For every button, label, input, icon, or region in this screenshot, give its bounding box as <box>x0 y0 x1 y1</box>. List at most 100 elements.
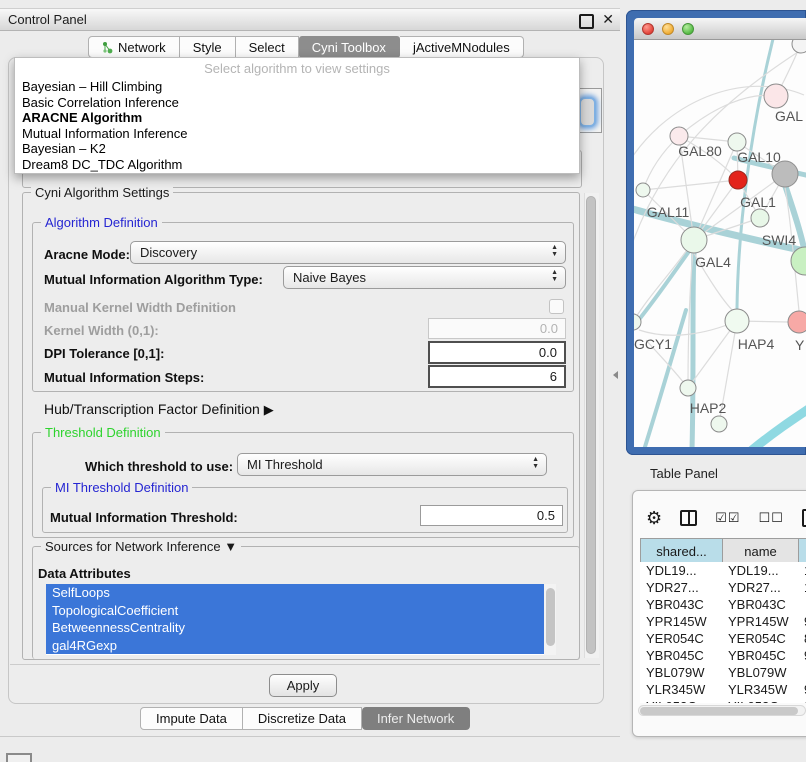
table-cell[interactable]: YIL052C <box>722 698 798 703</box>
table-row[interactable]: YLR345WYLR345W9. <box>640 681 806 698</box>
table-cell[interactable]: 9 <box>798 698 806 703</box>
table-row[interactable]: YDL19...YDL19...13 <box>640 562 806 579</box>
table-cell[interactable]: 12 <box>798 579 806 596</box>
float-window-icon[interactable] <box>579 14 594 29</box>
apply-button[interactable]: Apply <box>269 674 337 697</box>
algorithm-item[interactable]: Dream8 DC_TDC Algorithm <box>15 157 579 173</box>
table-cell[interactable]: 13 <box>798 562 806 579</box>
tab-discretize-data[interactable]: Discretize Data <box>243 707 362 730</box>
network-window-titlebar[interactable] <box>634 18 806 40</box>
table-row[interactable]: YBR043CYBR043C <box>640 596 806 613</box>
table-hscrollbar-thumb[interactable] <box>640 707 798 715</box>
table-row[interactable]: YBR045CYBR045C9. <box>640 647 806 664</box>
minimized-window-fragment[interactable] <box>6 753 32 762</box>
table-cell[interactable]: YDL19... <box>722 562 798 579</box>
columns-icon[interactable] <box>680 510 697 526</box>
zoom-traffic-light-icon[interactable] <box>682 23 694 35</box>
table-row[interactable]: YPR145WYPR145W9. <box>640 613 806 630</box>
mi-threshold-input[interactable]: 0.5 <box>420 505 563 526</box>
table-cell[interactable]: YLR345W <box>722 681 798 698</box>
table-cell[interactable]: YDL19... <box>640 562 722 579</box>
tab-style[interactable]: Style <box>180 36 236 58</box>
table-cell[interactable]: 9. <box>798 613 806 630</box>
close-traffic-light-icon[interactable] <box>642 23 654 35</box>
table-cell[interactable]: YLR345W <box>640 681 722 698</box>
mi-algorithm-type-select[interactable]: Naive Bayes ▲▼ <box>283 266 566 289</box>
table-row[interactable]: YIL052CYIL052C9 <box>640 698 806 703</box>
network-node[interactable] <box>725 309 749 333</box>
table-row[interactable]: YDR27...YDR27...12 <box>640 579 806 596</box>
tab-infer-network[interactable]: Infer Network <box>362 707 470 730</box>
gear-icon[interactable]: ⚙ <box>646 508 662 528</box>
network-node[interactable] <box>788 311 806 333</box>
table-cell[interactable]: YBR043C <box>722 596 798 613</box>
deselect-all-checkboxes-icon[interactable]: ☐☐ <box>758 510 783 526</box>
tab-network[interactable]: Network <box>88 36 180 58</box>
table-panel-title: Table Panel <box>650 466 718 481</box>
table-cell[interactable]: YDR27... <box>640 579 722 596</box>
algorithm-item[interactable]: Bayesian – Hill Climbing <box>15 79 579 95</box>
table-cell[interactable]: YBR043C <box>640 596 722 613</box>
tab-select[interactable]: Select <box>236 36 299 58</box>
column-header-name[interactable]: name <box>723 539 799 565</box>
tab-impute-data[interactable]: Impute Data <box>140 707 243 730</box>
network-node[interactable] <box>681 227 707 253</box>
table-cell[interactable]: 9. <box>798 681 806 698</box>
tab-network-label: Network <box>118 40 166 55</box>
table-row[interactable]: YER054CYER054C8. <box>640 630 806 647</box>
dpi-tolerance-input[interactable]: 0.0 <box>428 341 566 364</box>
table-cell[interactable] <box>798 664 806 681</box>
table-row[interactable]: YBL079WYBL079W <box>640 664 806 681</box>
aracne-mode-select[interactable]: Discovery ▲▼ <box>130 241 566 264</box>
table-cell[interactable]: YBL079W <box>722 664 798 681</box>
data-attribute-item[interactable]: SelfLoops <box>46 584 544 602</box>
which-threshold-select[interactable]: MI Threshold ▲▼ <box>237 453 547 476</box>
column-header-clipped[interactable] <box>799 539 806 565</box>
data-attribute-item[interactable]: BetweennessCentrality <box>46 619 544 637</box>
algorithm-item[interactable]: Bayesian – K2 <box>15 141 579 157</box>
network-node[interactable] <box>729 171 747 189</box>
mi-steps-input[interactable]: 6 <box>428 365 566 388</box>
table-cell[interactable]: YBR045C <box>640 647 722 664</box>
network-node[interactable] <box>764 84 788 108</box>
manual-kernel-width-checkbox[interactable] <box>549 299 564 314</box>
table-cell[interactable]: YBR045C <box>722 647 798 664</box>
tab-cyni-toolbox[interactable]: Cyni Toolbox <box>299 36 400 58</box>
network-node[interactable] <box>680 380 696 396</box>
select-all-checkboxes-icon[interactable]: ☑☑ <box>715 510 740 526</box>
table-cell[interactable]: YIL052C <box>640 698 722 703</box>
table-cell[interactable]: 9. <box>798 647 806 664</box>
minimize-traffic-light-icon[interactable] <box>662 23 674 35</box>
kernel-width-input: 0.0 <box>428 318 566 339</box>
algorithm-dropdown-popup: Select algorithm to view settings Bayesi… <box>14 57 580 174</box>
table-cell[interactable]: YBL079W <box>640 664 722 681</box>
table-cell[interactable]: YDR27... <box>722 579 798 596</box>
network-node[interactable] <box>711 416 727 432</box>
algorithm-item[interactable]: ARACNE Algorithm <box>15 110 579 126</box>
data-attribute-item[interactable]: gal4RGexp <box>46 637 544 655</box>
hub-section-toggle[interactable]: Hub/Transcription Factor Definition ▶ <box>44 401 274 418</box>
attributes-scrollbar-thumb[interactable] <box>546 588 555 646</box>
network-node[interactable] <box>792 40 806 53</box>
table-cell[interactable]: YPR145W <box>640 613 722 630</box>
network-node[interactable] <box>636 183 650 197</box>
table-cell[interactable]: YER054C <box>640 630 722 647</box>
algorithm-item[interactable]: Basic Correlation Inference <box>15 95 579 111</box>
table-cell[interactable]: YER054C <box>722 630 798 647</box>
sources-group-title[interactable]: Sources for Network Inference ▼ <box>41 539 241 554</box>
table-cell[interactable] <box>798 596 806 613</box>
panel-splitter-arrow-icon[interactable] <box>613 371 618 379</box>
network-canvas[interactable]: GALGAL80GAL10GAL11GAL1SWI4GAL4GCY1HAP4YH… <box>634 40 806 447</box>
data-attribute-item[interactable]: TopologicalCoefficient <box>46 602 544 620</box>
network-node[interactable] <box>751 209 769 227</box>
document-icon[interactable] <box>802 509 806 527</box>
network-node-label: GAL11 <box>647 204 690 220</box>
column-header-shared-name[interactable]: shared... <box>641 539 723 565</box>
table-cell[interactable]: YPR145W <box>722 613 798 630</box>
algorithm-item[interactable]: Mutual Information Inference <box>15 126 579 142</box>
settings-scrollbar-thumb[interactable] <box>586 196 596 654</box>
close-icon[interactable]: ✕ <box>602 11 614 28</box>
tab-jactivemnodules[interactable]: jActiveMNodules <box>400 36 524 58</box>
table-cell[interactable]: 8. <box>798 630 806 647</box>
threshold-definition-title: Threshold Definition <box>41 425 165 440</box>
